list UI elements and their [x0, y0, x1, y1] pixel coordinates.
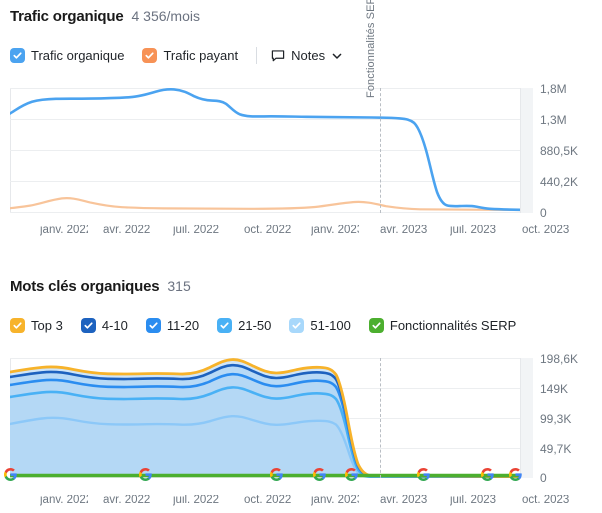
y-tick-label: 49,7K [540, 442, 572, 456]
google-icon [312, 468, 326, 486]
y-tick-label: 0 [540, 471, 547, 485]
keywords-chart[interactable]: 198,6K 149K 99,3K 49,7K 0 janv. 2022 avr… [0, 0, 602, 513]
series-stacked-areas [10, 358, 533, 478]
x-tick-label: oct. 2023 [522, 495, 570, 506]
x-tick-label: juil. 2023 [450, 495, 497, 506]
x-tick-label: juil. 2022 [173, 495, 220, 506]
y-tick-label: 149K [540, 382, 569, 396]
google-icon [3, 468, 17, 486]
y-tick-label: 99,3K [540, 412, 572, 426]
x-tick-label: avr. 2022 [103, 495, 151, 506]
keywords-annotation-line [380, 358, 381, 478]
google-icon [480, 468, 494, 486]
google-icon [269, 468, 283, 486]
x-tick-label: avr. 2023 [380, 495, 428, 506]
google-icon [138, 468, 152, 486]
google-icon [344, 468, 358, 486]
x-tick-label: janv. 2022 [40, 495, 88, 506]
x-tick-label: oct. 2022 [244, 495, 292, 506]
y-tick-label: 198,6K [540, 352, 579, 366]
keywords-y-axis: 198,6K 149K 99,3K 49,7K 0 [540, 353, 602, 484]
google-icon [508, 468, 522, 486]
keywords-plot-area [10, 358, 533, 478]
plot-right-band [520, 358, 533, 478]
x-tick-label: janv. 2023 [311, 495, 359, 506]
google-icon [416, 468, 430, 486]
seo-overview-page: Trafic organique 4 356/mois Trafic organ… [0, 0, 602, 513]
